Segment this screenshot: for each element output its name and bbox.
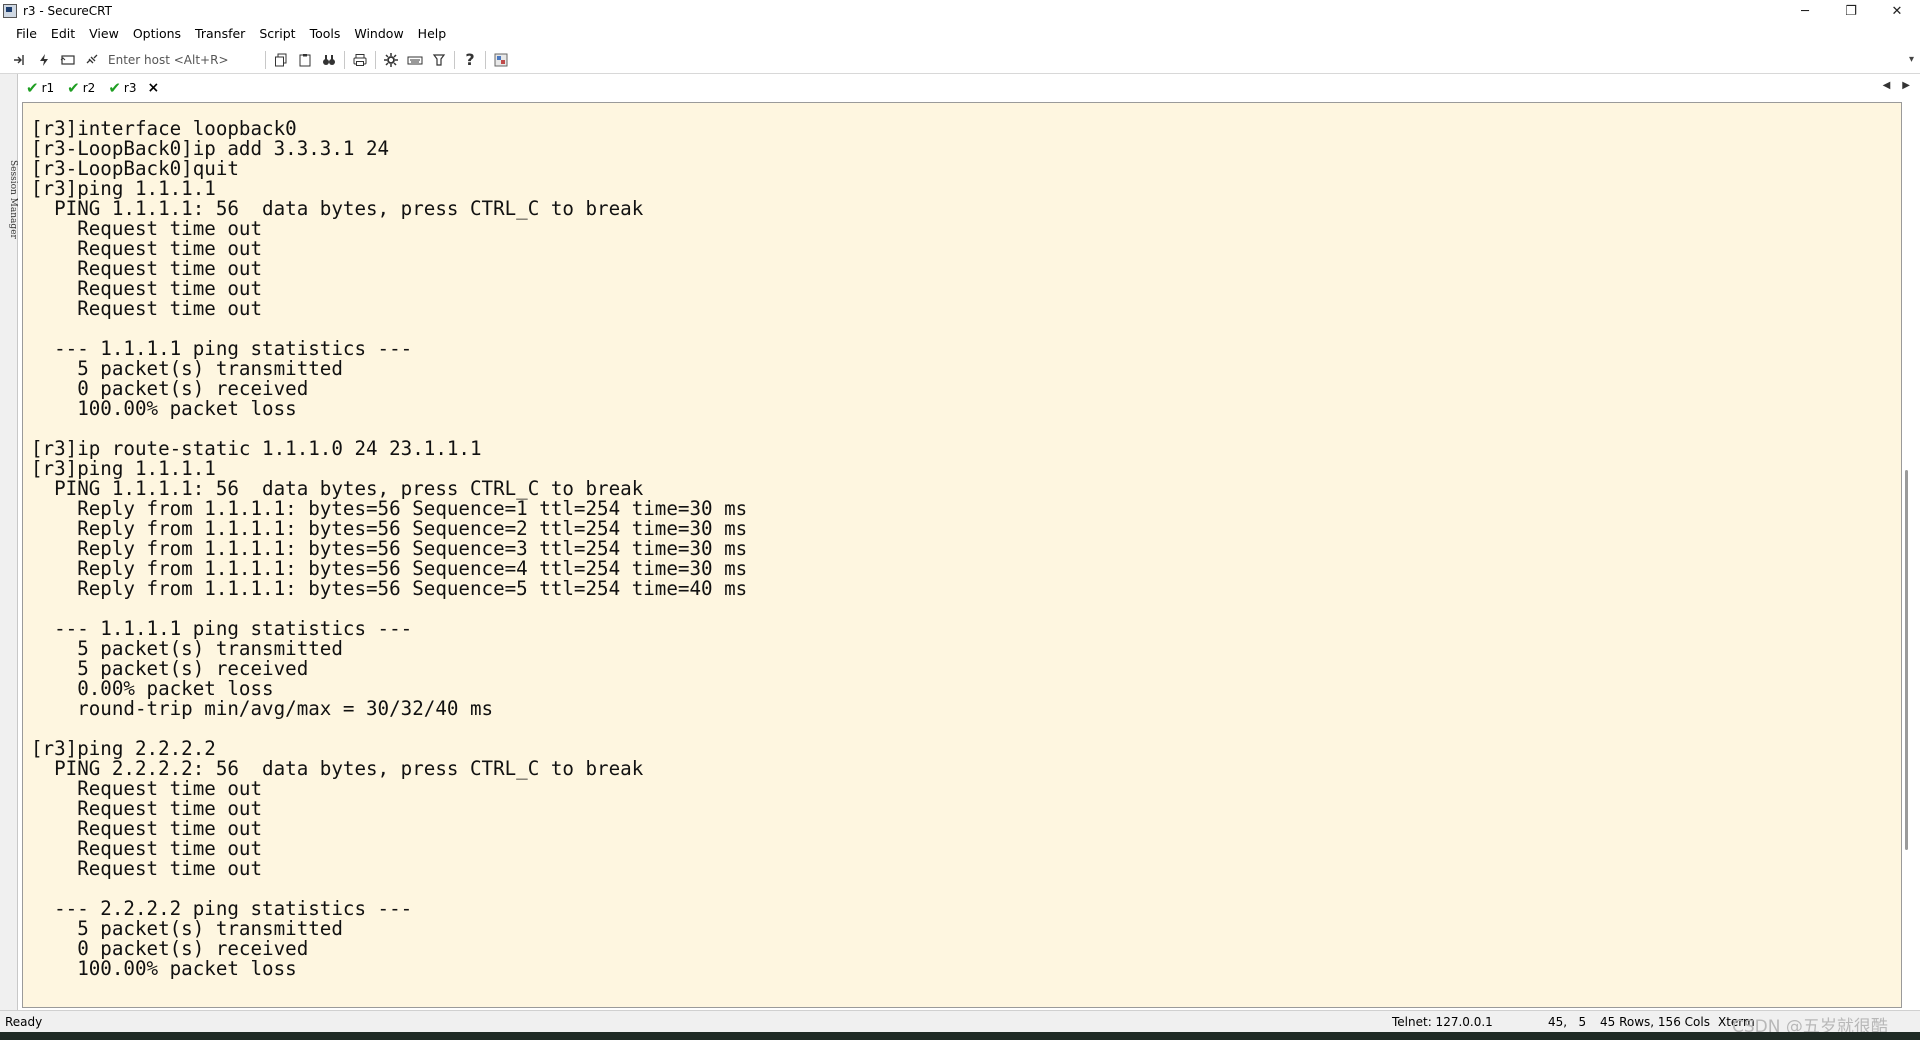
- help-icon[interactable]: ?: [458, 49, 482, 71]
- window-controls: ─ ❐ ✕: [1782, 0, 1920, 22]
- taskbar-edge: [0, 1032, 1920, 1040]
- tab-navigation: ◀ ▶: [1883, 80, 1910, 91]
- settings-icon[interactable]: [379, 49, 403, 71]
- status-bar: Ready Telnet: 127.0.0.1 45, 5 45 Rows, 1…: [0, 1010, 1920, 1037]
- reconnect-icon[interactable]: [56, 49, 80, 71]
- screenshot-icon[interactable]: [489, 49, 513, 71]
- print-icon[interactable]: [348, 49, 372, 71]
- paste-icon[interactable]: [293, 49, 317, 71]
- tab-label: r3: [123, 81, 137, 95]
- restore-button[interactable]: ❐: [1828, 0, 1874, 22]
- keymap-icon[interactable]: [403, 49, 427, 71]
- toolbar-overflow-icon[interactable]: ▾: [1909, 54, 1914, 65]
- window-title: r3 - SecureCRT: [23, 4, 112, 18]
- menu-bar: File Edit View Options Transfer Script T…: [0, 22, 1920, 46]
- disconnect-icon[interactable]: [80, 49, 104, 71]
- tab-scroll-left-icon[interactable]: ◀: [1883, 80, 1891, 91]
- connected-check-icon: ✔: [26, 79, 39, 97]
- toolbar-separator: [265, 50, 266, 69]
- tab-scroll-right-icon[interactable]: ▶: [1902, 80, 1910, 91]
- sftp-icon[interactable]: [427, 49, 451, 71]
- tab-r3[interactable]: ✔ r3: [100, 77, 141, 99]
- connect-icon[interactable]: [8, 49, 32, 71]
- menu-window[interactable]: Window: [347, 22, 410, 46]
- toolbar-separator: [485, 50, 486, 69]
- securecrt-app-icon[interactable]: [3, 4, 17, 18]
- tab-r1[interactable]: ✔ r1: [18, 77, 59, 99]
- tab-r2[interactable]: ✔ r2: [59, 77, 100, 99]
- status-ready: Ready: [5, 1015, 43, 1029]
- connected-check-icon: ✔: [67, 79, 80, 97]
- menu-transfer[interactable]: Transfer: [188, 22, 252, 46]
- scrollbar-thumb[interactable]: [1905, 470, 1908, 850]
- title-bar: r3 - SecureCRT ─ ❐ ✕: [0, 0, 1920, 22]
- menu-file[interactable]: File: [0, 22, 44, 46]
- quick-connect-icon[interactable]: [32, 49, 56, 71]
- close-tab-icon[interactable]: ×: [141, 80, 165, 96]
- menu-script[interactable]: Script: [252, 22, 302, 46]
- terminal-screen[interactable]: [r3]interface loopback0 [r3-LoopBack0]ip…: [22, 102, 1902, 1008]
- copy-icon[interactable]: [269, 49, 293, 71]
- menu-help[interactable]: Help: [411, 22, 454, 46]
- session-manager-panel[interactable]: Session Manager: [0, 74, 18, 1010]
- toolbar-separator: [375, 50, 376, 69]
- status-terminal-size: 45 Rows, 156 Cols: [1600, 1015, 1710, 1029]
- toolbar: ? ▾: [0, 46, 1920, 74]
- toolbar-separator: [344, 50, 345, 69]
- menu-view[interactable]: View: [82, 22, 126, 46]
- host-input[interactable]: [104, 49, 262, 70]
- status-connection: Telnet: 127.0.0.1: [1392, 1015, 1493, 1029]
- connected-check-icon: ✔: [108, 79, 121, 97]
- menu-tools[interactable]: Tools: [303, 22, 348, 46]
- find-icon[interactable]: [317, 49, 341, 71]
- tab-label: r2: [82, 81, 96, 95]
- menu-edit[interactable]: Edit: [44, 22, 82, 46]
- terminal-output: [r3]interface loopback0 [r3-LoopBack0]ip…: [31, 117, 748, 980]
- minimize-button[interactable]: ─: [1782, 0, 1828, 22]
- tab-label: r1: [41, 81, 55, 95]
- session-tab-bar: ✔ r1 ✔ r2 ✔ r3 × ◀ ▶: [18, 74, 1920, 102]
- toolbar-separator: [454, 50, 455, 69]
- session-manager-label[interactable]: Session Manager: [2, 160, 18, 239]
- menu-options[interactable]: Options: [126, 22, 188, 46]
- close-window-button[interactable]: ✕: [1874, 0, 1920, 22]
- status-cursor-position: 45, 5: [1548, 1015, 1587, 1029]
